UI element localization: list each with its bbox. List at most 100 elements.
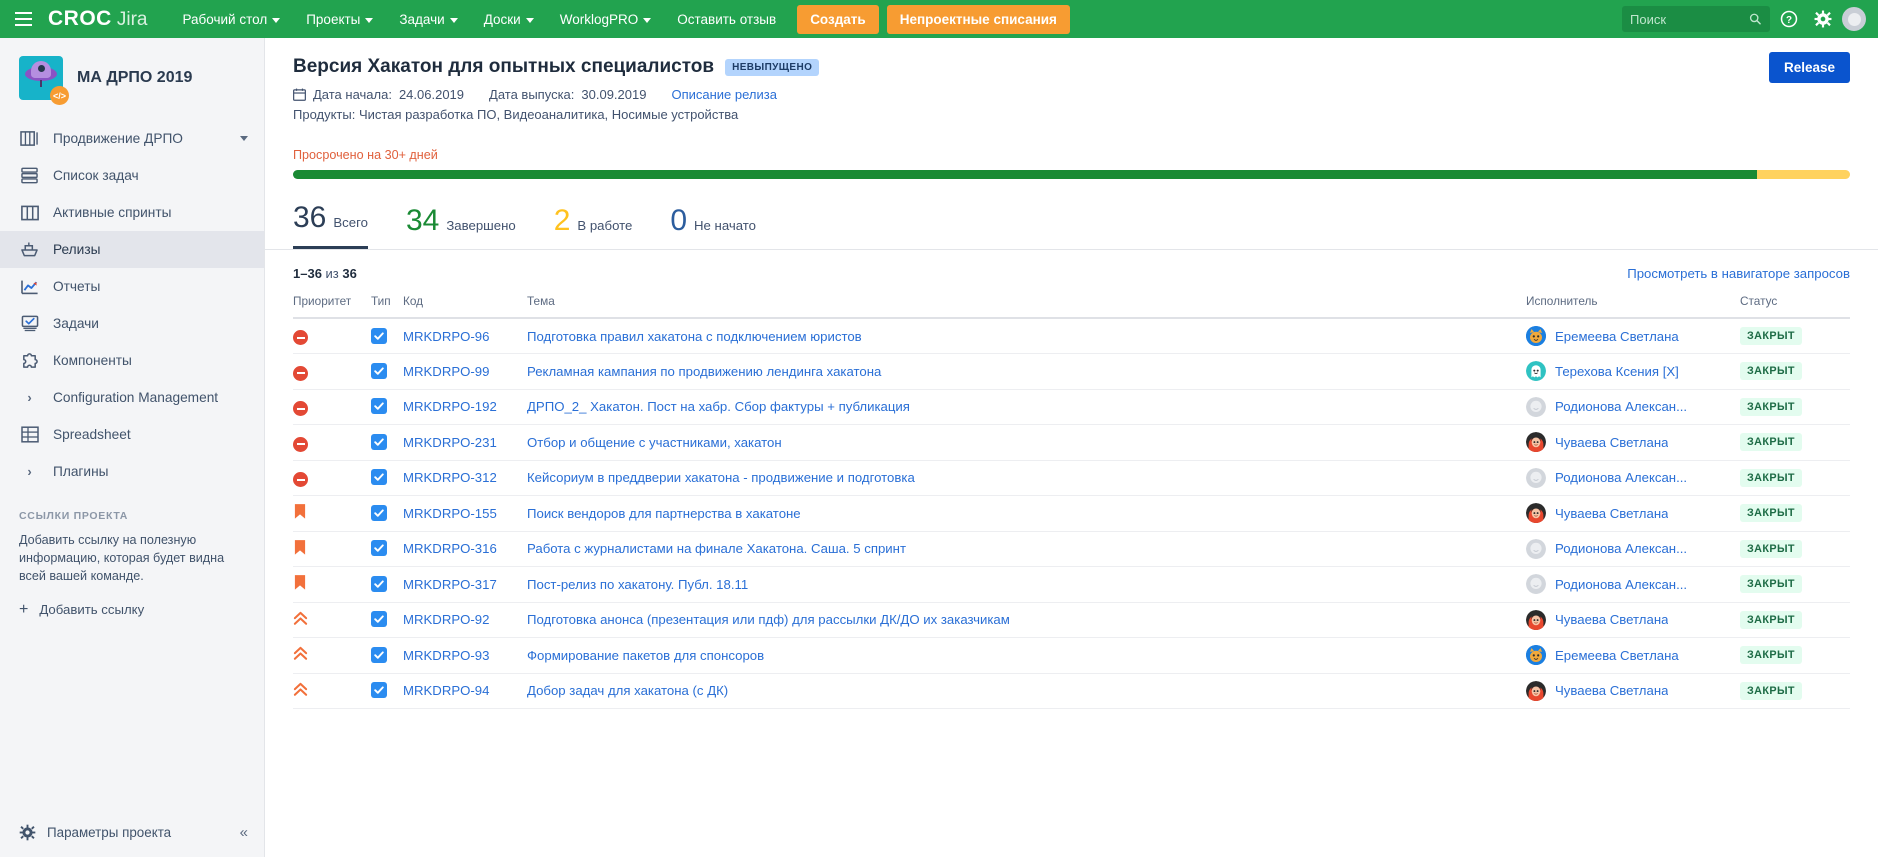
table-row[interactable]: MRKDRPO-316 Работа с журналистами на фина… (293, 531, 1850, 567)
sidebar-item-5[interactable]: Отчеты (0, 268, 264, 305)
sidebar-item-9[interactable]: Spreadsheet (0, 416, 264, 453)
release-button[interactable]: Release (1768, 52, 1850, 83)
release-description-link[interactable]: Описание релиза (671, 87, 777, 102)
issue-table-container[interactable]: Приоритет Тип Код Тема Исполнитель Стату… (265, 294, 1878, 857)
issue-code-link[interactable]: MRKDRPO-92 (403, 612, 489, 627)
issue-topic-link[interactable]: Работа с журналистами на финале Хакатона… (527, 541, 906, 556)
sidebar-item-4[interactable]: Релизы (0, 231, 264, 268)
help-icon[interactable]: ? (1774, 4, 1804, 34)
project-header[interactable]: </> МА ДРПО 2019 (0, 38, 264, 120)
column-header-priority[interactable]: Приоритет (293, 294, 371, 319)
gear-icon[interactable] (1808, 4, 1838, 34)
top-menu-item[interactable]: Доски (471, 0, 547, 38)
priority-blocker-icon (293, 401, 308, 416)
assignee-name-link[interactable]: Чуваева Светлана (1555, 683, 1668, 698)
assignee-name-link[interactable]: Чуваева Светлана (1555, 506, 1668, 521)
issue-code-link[interactable]: MRKDRPO-316 (403, 541, 497, 556)
nonproject-worklog-button[interactable]: Непроектные списания (886, 4, 1070, 34)
issue-code-link[interactable]: MRKDRPO-96 (403, 329, 489, 344)
search-icon[interactable] (1749, 12, 1762, 26)
table-row[interactable]: MRKDRPO-192 ДРПО_2_ Хакатон. Пост на хабр… (293, 389, 1850, 425)
assignee-name-link[interactable]: Родионова Алексан... (1555, 577, 1687, 592)
sidebar-item-6[interactable]: Задачи (0, 305, 264, 342)
project-settings-link[interactable]: Параметры проекта « (0, 812, 264, 857)
sidebar-item-2[interactable]: Список задач (0, 157, 264, 194)
column-header-type[interactable]: Тип (371, 294, 403, 319)
sidebar-item-7[interactable]: Компоненты (0, 342, 264, 379)
add-link-button[interactable]: + Добавить ссылку (19, 601, 245, 618)
issue-topic-link[interactable]: Формирование пакетов для спонсоров (527, 648, 764, 663)
assignee-name-link[interactable]: Родионова Алексан... (1555, 399, 1687, 414)
cell-code: MRKDRPO-94 (403, 673, 527, 709)
issue-code-link[interactable]: MRKDRPO-155 (403, 506, 497, 521)
calendar-icon (293, 88, 306, 101)
sidebar-item-1[interactable]: Продвижение ДРПО (0, 120, 264, 157)
search-box[interactable] (1622, 6, 1770, 32)
table-row[interactable]: MRKDRPO-94 Добор задач для хакатона (с ДК… (293, 673, 1850, 709)
stat-tab-3[interactable]: 2 В работе (554, 204, 633, 249)
top-menu-item[interactable]: WorklogPRO (547, 0, 665, 38)
stat-label: В работе (577, 218, 633, 233)
table-row[interactable]: MRKDRPO-155 Поиск вендоров для партнерств… (293, 495, 1850, 532)
chevron-down-icon[interactable] (240, 136, 248, 141)
top-menu-item[interactable]: Проекты (293, 0, 386, 38)
assignee-name-link[interactable]: Терехова Ксения [X] (1555, 364, 1679, 379)
table-row[interactable]: MRKDRPO-93 Формирование пакетов для спонс… (293, 637, 1850, 674)
stat-tab-4[interactable]: 0 Не начато (670, 204, 756, 249)
top-menu-item[interactable]: Рабочий стол (169, 0, 293, 38)
brand-primary-text: CROC (48, 7, 112, 30)
assignee-name-link[interactable]: Еремеева Светлана (1555, 329, 1679, 344)
sidebar-item-8[interactable]: › Configuration Management (0, 379, 264, 416)
issue-topic-link[interactable]: Отбор и общение с участниками, хакатон (527, 435, 782, 450)
assignee-name-link[interactable]: Чуваева Светлана (1555, 612, 1668, 627)
double-chevron-left-icon[interactable]: « (240, 824, 248, 841)
table-row[interactable]: MRKDRPO-99 Рекламная кампания по продвиже… (293, 353, 1850, 390)
column-header-assignee[interactable]: Исполнитель (1526, 294, 1740, 319)
sidebar-item-3[interactable]: Активные спринты (0, 194, 264, 231)
issue-code-link[interactable]: MRKDRPO-312 (403, 470, 497, 485)
top-menu-item[interactable]: Оставить отзыв (664, 0, 789, 38)
top-menu-item[interactable]: Задачи (386, 0, 470, 38)
page-title: Версия Хакатон для опытных специалистов (293, 56, 715, 77)
assignee-name-link[interactable]: Чуваева Светлана (1555, 435, 1668, 450)
issue-topic-link[interactable]: Пост-релиз по хакатону. Публ. 18.11 (527, 577, 748, 592)
stat-tab-2[interactable]: 34 Завершено (406, 204, 516, 249)
column-header-topic[interactable]: Тема (527, 294, 1526, 319)
issue-code-link[interactable]: MRKDRPO-192 (403, 399, 497, 414)
search-input[interactable] (1630, 11, 1750, 27)
issue-topic-link[interactable]: Подготовка анонса (презентация или пдф) … (527, 612, 1010, 627)
issue-topic-link[interactable]: Добор задач для хакатона (с ДК) (527, 683, 728, 698)
issue-topic-link[interactable]: Рекламная кампания по продвижению лендин… (527, 364, 881, 379)
sidebar-item-10[interactable]: › Плагины (0, 453, 264, 490)
add-link-label: Добавить ссылку (39, 602, 145, 618)
column-header-code[interactable]: Код (403, 294, 527, 319)
assignee-name-link[interactable]: Родионова Алексан... (1555, 470, 1687, 485)
assignee-name-link[interactable]: Еремеева Светлана (1555, 648, 1679, 663)
issue-code-link[interactable]: MRKDRPO-231 (403, 435, 497, 450)
stat-tab-1[interactable]: 36 Всего (293, 201, 368, 249)
cell-type (371, 673, 403, 709)
brand-logo[interactable]: CROC Jira (46, 7, 147, 31)
issue-topic-link[interactable]: Кейсориум в преддверии хакатона - продви… (527, 470, 915, 485)
query-navigator-link[interactable]: Просмотреть в навигаторе запросов (1627, 266, 1850, 281)
table-row[interactable]: MRKDRPO-96 Подготовка правил хакатона с п… (293, 318, 1850, 354)
issue-topic-link[interactable]: ДРПО_2_ Хакатон. Пост на хабр. Сбор факт… (527, 399, 910, 414)
column-header-status[interactable]: Статус (1740, 294, 1850, 319)
table-row[interactable]: MRKDRPO-92 Подготовка анонса (презентация… (293, 602, 1850, 638)
cell-topic: Формирование пакетов для спонсоров (527, 637, 1526, 674)
table-row[interactable]: MRKDRPO-312 Кейсориум в преддверии хакато… (293, 460, 1850, 496)
table-row[interactable]: MRKDRPO-317 Пост-релиз по хакатону. Публ.… (293, 566, 1850, 603)
issue-code-link[interactable]: MRKDRPO-94 (403, 683, 489, 698)
issue-topic-link[interactable]: Поиск вендоров для партнерства в хакатон… (527, 506, 801, 521)
table-row[interactable]: MRKDRPO-231 Отбор и общение с участниками… (293, 424, 1850, 461)
issue-code-link[interactable]: MRKDRPO-99 (403, 364, 489, 379)
issue-topic-link[interactable]: Подготовка правил хакатона с подключение… (527, 329, 862, 344)
chevron-right-icon: › (27, 390, 32, 405)
issue-code-link[interactable]: MRKDRPO-317 (403, 577, 497, 592)
issue-code-link[interactable]: MRKDRPO-93 (403, 648, 489, 663)
create-button[interactable]: Создать (797, 4, 879, 34)
user-avatar[interactable] (1842, 7, 1866, 31)
assignee-name-link[interactable]: Родионова Алексан... (1555, 541, 1687, 556)
hamburger-menu-icon[interactable] (0, 0, 46, 38)
priority-major-icon (293, 682, 308, 696)
